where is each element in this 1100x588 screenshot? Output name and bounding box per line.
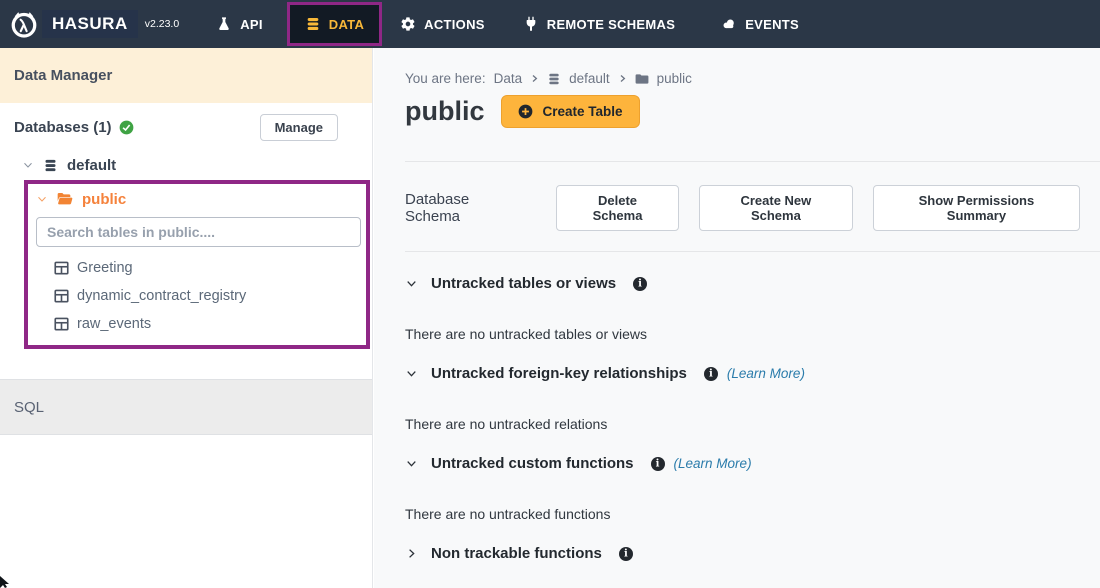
top-navbar: HASURA v2.23.0 API DATA ACTIONS REMOTE S… (0, 0, 1100, 48)
sidebar: Data Manager Databases (1) Manage defaul… (0, 48, 373, 588)
divider (405, 251, 1100, 252)
sidebar-item-default-database[interactable]: default (0, 154, 372, 176)
database-schema-label: Database Schema (405, 191, 526, 225)
table-list: Greeting dynamic_contract_registry raw_e… (28, 249, 366, 345)
chevron-down-icon[interactable] (405, 367, 418, 380)
empty-state-text: There are no untracked functions (405, 506, 1100, 522)
breadcrumb-item-default[interactable]: default (569, 71, 610, 86)
table-item-dynamic-contract-registry[interactable]: dynamic_contract_registry (54, 282, 366, 310)
breadcrumb-chevron-icon (530, 74, 539, 83)
table-icon (54, 261, 69, 275)
breadcrumb: You are here: Data default public (405, 71, 1100, 86)
breadcrumb-prefix: You are here: (405, 71, 486, 86)
version-label: v2.23.0 (145, 18, 179, 30)
info-icon[interactable] (619, 547, 633, 561)
mouse-cursor (0, 576, 9, 588)
breadcrumb-item-data[interactable]: Data (494, 71, 523, 86)
plus-circle-icon (518, 104, 533, 119)
database-icon (43, 158, 58, 173)
page-title: public (405, 96, 485, 127)
sql-label: SQL (14, 399, 44, 416)
nav-item-label: EVENTS (745, 17, 799, 32)
empty-state-text: There are no untracked relations (405, 416, 1100, 432)
nav-item-data[interactable]: DATA (287, 2, 382, 46)
info-icon[interactable] (704, 367, 718, 381)
hasura-logo[interactable]: HASURA (9, 9, 138, 39)
nav-item-actions[interactable]: ACTIONS (400, 16, 485, 32)
divider (405, 161, 1100, 162)
chevron-down-icon[interactable] (405, 277, 418, 290)
nav-item-label: ACTIONS (424, 17, 485, 32)
create-new-schema-button[interactable]: Create New Schema (699, 185, 853, 231)
search-input[interactable] (36, 217, 361, 247)
delete-schema-button[interactable]: Delete Schema (556, 185, 679, 231)
section-title: Untracked custom functions (431, 455, 634, 472)
gears-icon (400, 16, 416, 32)
cloud-icon (721, 16, 737, 32)
manage-button[interactable]: Manage (260, 114, 338, 141)
folder-open-icon (57, 192, 73, 206)
create-table-button[interactable]: Create Table (501, 95, 640, 128)
learn-more-link[interactable]: (Learn More) (674, 456, 752, 471)
databases-label-group: Databases (1) (14, 119, 134, 136)
brand-wordmark: HASURA (42, 10, 138, 38)
schema-name: public (82, 191, 126, 208)
empty-state-text: There are no untracked tables or views (405, 326, 1100, 342)
sidebar-title: Data Manager (14, 67, 112, 84)
title-row: public Create Table (405, 95, 1100, 128)
nav-item-label: DATA (329, 17, 364, 32)
databases-label: Databases (1) (14, 119, 112, 136)
chevron-right-icon[interactable] (405, 547, 418, 560)
section-untracked-custom-functions[interactable]: Untracked custom functions (Learn More) (405, 455, 1100, 472)
section-title: Non trackable functions (431, 545, 602, 562)
chevron-down-icon[interactable] (405, 457, 418, 470)
section-untracked-tables[interactable]: Untracked tables or views (405, 275, 1100, 292)
section-untracked-foreign-keys[interactable]: Untracked foreign-key relationships (Lea… (405, 365, 1100, 382)
sidebar-item-sql[interactable]: SQL (0, 379, 372, 435)
nav-item-events[interactable]: EVENTS (721, 16, 799, 32)
check-circle-icon (119, 120, 134, 135)
section-title: Untracked tables or views (431, 275, 616, 292)
sidebar-item-public-schema[interactable]: public (28, 184, 366, 210)
table-icon (54, 317, 69, 331)
nav-item-api[interactable]: API (216, 16, 263, 32)
database-icon (547, 72, 561, 86)
database-icon (305, 16, 321, 32)
folder-icon (635, 73, 649, 85)
sidebar-header: Data Manager (0, 48, 372, 103)
section-title: Untracked foreign-key relationships (431, 365, 687, 382)
info-icon[interactable] (651, 457, 665, 471)
show-permissions-summary-button[interactable]: Show Permissions Summary (873, 185, 1080, 231)
info-icon[interactable] (633, 277, 647, 291)
table-name: dynamic_contract_registry (77, 288, 246, 304)
main-content: You are here: Data default public public… (374, 48, 1100, 588)
section-non-trackable-functions[interactable]: Non trackable functions (405, 545, 1100, 562)
table-icon (54, 289, 69, 303)
databases-row: Databases (1) Manage (0, 112, 372, 142)
hasura-logo-icon (9, 9, 39, 39)
table-name: raw_events (77, 316, 151, 332)
table-item-greeting[interactable]: Greeting (54, 254, 366, 282)
nav-item-remote-schemas[interactable]: REMOTE SCHEMAS (523, 16, 675, 32)
nav-item-label: API (240, 17, 263, 32)
nav-item-label: REMOTE SCHEMAS (547, 17, 675, 32)
database-name: default (67, 157, 116, 174)
nav-menu: API DATA ACTIONS REMOTE SCHEMAS EVENTS (179, 0, 799, 48)
table-item-raw-events[interactable]: raw_events (54, 310, 366, 338)
plug-icon (523, 16, 539, 32)
chevron-down-icon[interactable] (22, 159, 34, 171)
database-schema-row: Database Schema Delete Schema Create New… (405, 185, 1100, 231)
learn-more-link[interactable]: (Learn More) (727, 366, 805, 381)
schema-highlight-box: public Greeting dynamic_contract_registr… (24, 180, 370, 349)
breadcrumb-chevron-icon (618, 74, 627, 83)
breadcrumb-item-public[interactable]: public (657, 71, 692, 86)
create-table-label: Create Table (543, 104, 623, 119)
flask-icon (216, 16, 232, 32)
chevron-down-icon[interactable] (36, 193, 48, 205)
table-name: Greeting (77, 260, 133, 276)
